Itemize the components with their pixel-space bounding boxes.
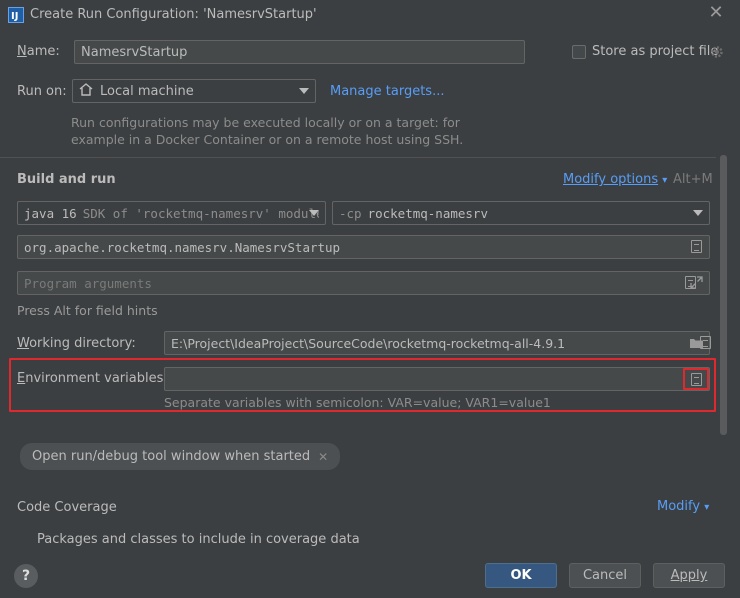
intellij-app-icon: IJ	[8, 7, 24, 23]
chevron-down-icon: ▾	[662, 175, 668, 186]
sdk-detail: SDK of 'rocketmq-namesrv' module	[82, 205, 319, 221]
gear-icon[interactable]	[710, 45, 724, 59]
scrollbar-thumb[interactable]	[720, 155, 727, 435]
main-class-value: org.apache.rocketmq.namesrv.NamesrvStart…	[24, 239, 341, 255]
folder-icon[interactable]	[689, 337, 704, 349]
cancel-button[interactable]: Cancel	[569, 563, 641, 588]
open-run-debug-tool-window-option[interactable]: Open run/debug tool window when started …	[20, 443, 341, 470]
build-and-run-title: Build and run	[17, 172, 116, 187]
manage-targets-link[interactable]: Manage targets...	[330, 84, 444, 99]
run-on-label: Run on:	[17, 84, 67, 99]
coverage-packages-text: Packages and classes to include in cover…	[37, 532, 360, 547]
apply-button[interactable]: Apply	[653, 563, 725, 588]
chevron-down-icon	[693, 210, 703, 216]
classpath-module-select[interactable]: -cp rocketmq-namesrv	[332, 201, 710, 225]
modify-options-label: Modify options	[563, 172, 659, 187]
working-directory-label: Working directory:	[17, 336, 136, 351]
run-on-hint-line2: example in a Docker Container or on a re…	[71, 132, 464, 147]
modify-options-shortcut: Alt+M	[673, 172, 713, 187]
chevron-down-icon	[299, 88, 309, 94]
cp-value: rocketmq-namesrv	[367, 205, 488, 221]
cp-flag: -cp	[339, 205, 362, 221]
working-directory-input[interactable]: E:\Project\IdeaProject\SourceCode\rocket…	[164, 331, 710, 355]
store-as-project-file-checkbox[interactable]	[572, 45, 586, 59]
environment-variables-hint: Separate variables with semicolon: VAR=v…	[164, 395, 551, 410]
chevron-down-icon	[309, 210, 319, 216]
open-tool-window-label: Open run/debug tool window when started	[32, 449, 311, 464]
run-on-hint-line1: Run configurations may be executed local…	[71, 115, 460, 130]
home-icon	[79, 82, 95, 100]
program-arguments-input[interactable]: Program arguments	[17, 271, 710, 295]
document-icon	[690, 372, 702, 386]
ok-button[interactable]: OK	[485, 563, 557, 588]
expand-icon[interactable]	[690, 276, 703, 289]
working-directory-value: E:\Project\IdeaProject\SourceCode\rocket…	[171, 335, 566, 351]
field-hints-text: Press Alt for field hints	[17, 303, 158, 318]
run-on-select[interactable]: Local machine	[72, 79, 316, 103]
name-input[interactable]: NamesrvStartup	[74, 40, 525, 64]
chevron-down-icon: ▾	[704, 502, 710, 513]
environment-variables-label: Environment variables:	[17, 371, 168, 386]
store-as-project-file-label: Store as project file	[592, 44, 719, 59]
main-class-input[interactable]: org.apache.rocketmq.namesrv.NamesrvStart…	[17, 235, 710, 259]
section-separator	[0, 157, 716, 158]
modify-options-link[interactable]: Modify options ▾	[563, 172, 667, 187]
name-label: Name:	[17, 44, 60, 59]
sdk-version: java 16	[24, 205, 77, 221]
program-arguments-placeholder: Program arguments	[24, 275, 152, 291]
jre-select[interactable]: java 16 SDK of 'rocketmq-namesrv' module	[17, 201, 326, 225]
apply-label: Apply	[670, 568, 708, 583]
coverage-modify-label: Modify	[657, 499, 701, 514]
close-icon[interactable]: ✕	[708, 4, 724, 22]
close-icon[interactable]: ✕	[318, 450, 328, 464]
window-title: Create Run Configuration: 'NamesrvStartu…	[30, 7, 317, 22]
coverage-modify-link[interactable]: Modify ▾	[657, 499, 709, 514]
edit-environment-variables-button[interactable]	[683, 368, 709, 390]
run-on-value: Local machine	[100, 83, 194, 99]
environment-variables-input[interactable]	[164, 367, 710, 391]
code-coverage-title: Code Coverage	[17, 500, 117, 515]
help-button[interactable]: ?	[14, 564, 38, 588]
browse-document-icon[interactable]	[691, 240, 702, 253]
